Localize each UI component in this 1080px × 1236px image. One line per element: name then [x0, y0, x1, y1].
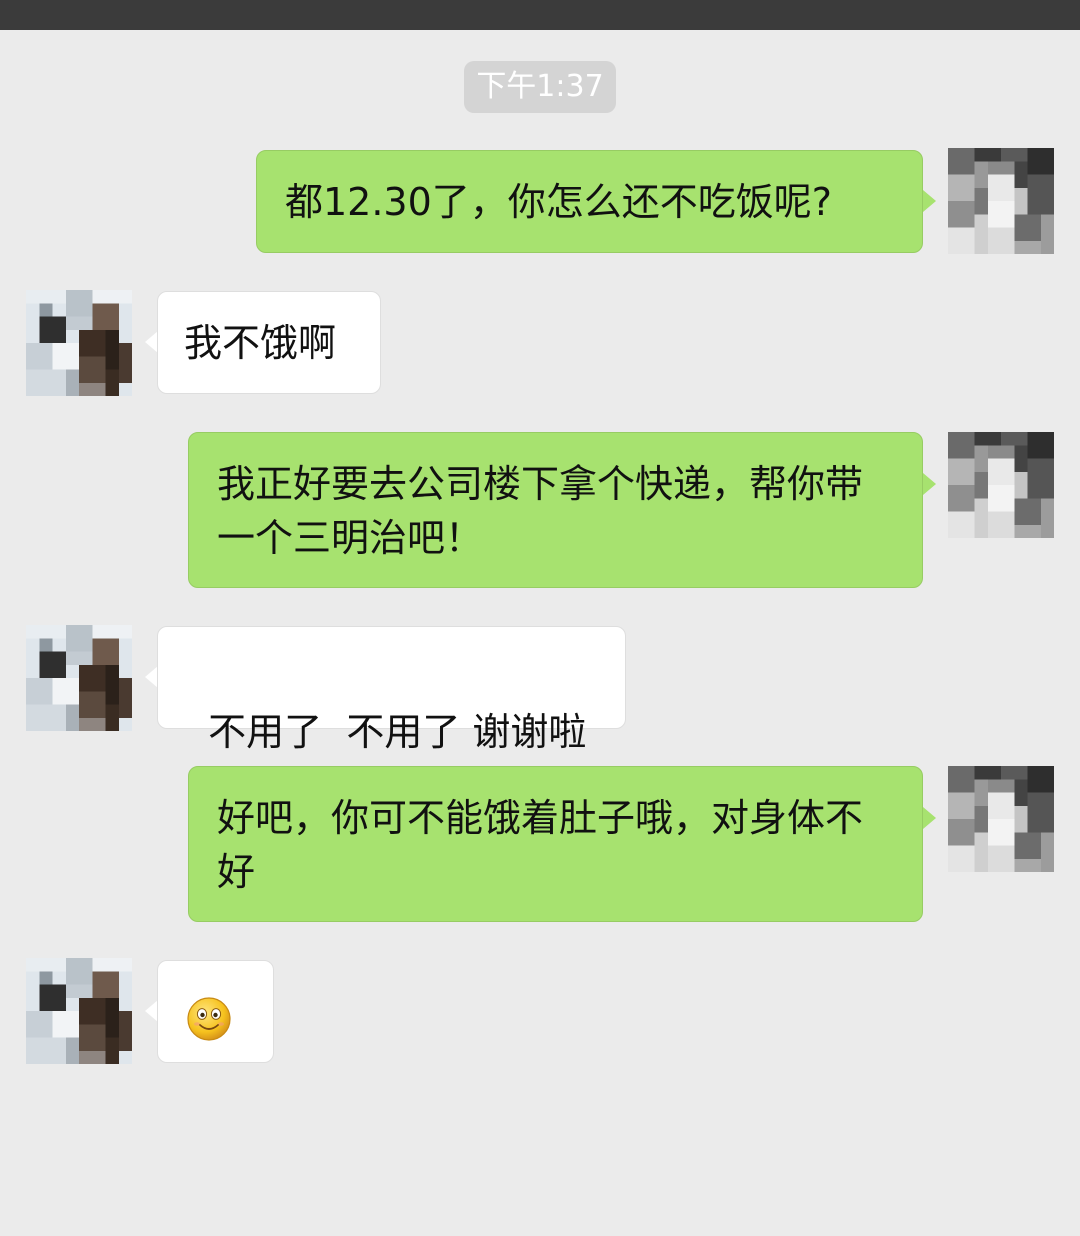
bubble-tail — [923, 190, 936, 212]
contact-avatar[interactable] — [26, 625, 132, 731]
incoming-message-bubble[interactable] — [157, 960, 274, 1063]
message-text: 我不饿啊 — [184, 321, 337, 365]
smiley-emoji-icon — [187, 996, 231, 1041]
outgoing-message-bubble[interactable]: 好吧，你可不能饿着肚子哦，对身体不好 — [188, 766, 923, 922]
outgoing-message-bubble[interactable]: 都12.30了，你怎么还不吃饭呢? — [256, 150, 923, 253]
status-bar — [0, 0, 1080, 30]
contact-avatar[interactable] — [26, 290, 132, 396]
message-timestamp: 下午1:37 — [464, 61, 616, 113]
outgoing-message-bubble[interactable]: 我正好要去公司楼下拿个快递，帮你带一个三明治吧！ — [188, 432, 923, 588]
bubble-tail — [923, 807, 936, 829]
incoming-message-bubble[interactable]: 我不饿啊 — [157, 291, 381, 394]
message-text: 不用了 不用了 谢谢啦 — [208, 710, 587, 754]
message-text: 都12.30了，你怎么还不吃饭呢? — [285, 180, 832, 224]
message-text: 好吧，你可不能饿着肚子哦，对身体不好 — [217, 796, 864, 894]
self-avatar[interactable] — [948, 766, 1054, 872]
bubble-tail — [923, 473, 936, 495]
contact-avatar[interactable] — [26, 958, 132, 1064]
self-avatar[interactable] — [948, 148, 1054, 254]
self-avatar[interactable] — [948, 432, 1054, 538]
incoming-message-bubble[interactable]: 不用了 不用了 谢谢啦 — [157, 626, 626, 754]
message-text: 我正好要去公司楼下拿个快递，帮你带一个三明治吧！ — [217, 462, 864, 560]
